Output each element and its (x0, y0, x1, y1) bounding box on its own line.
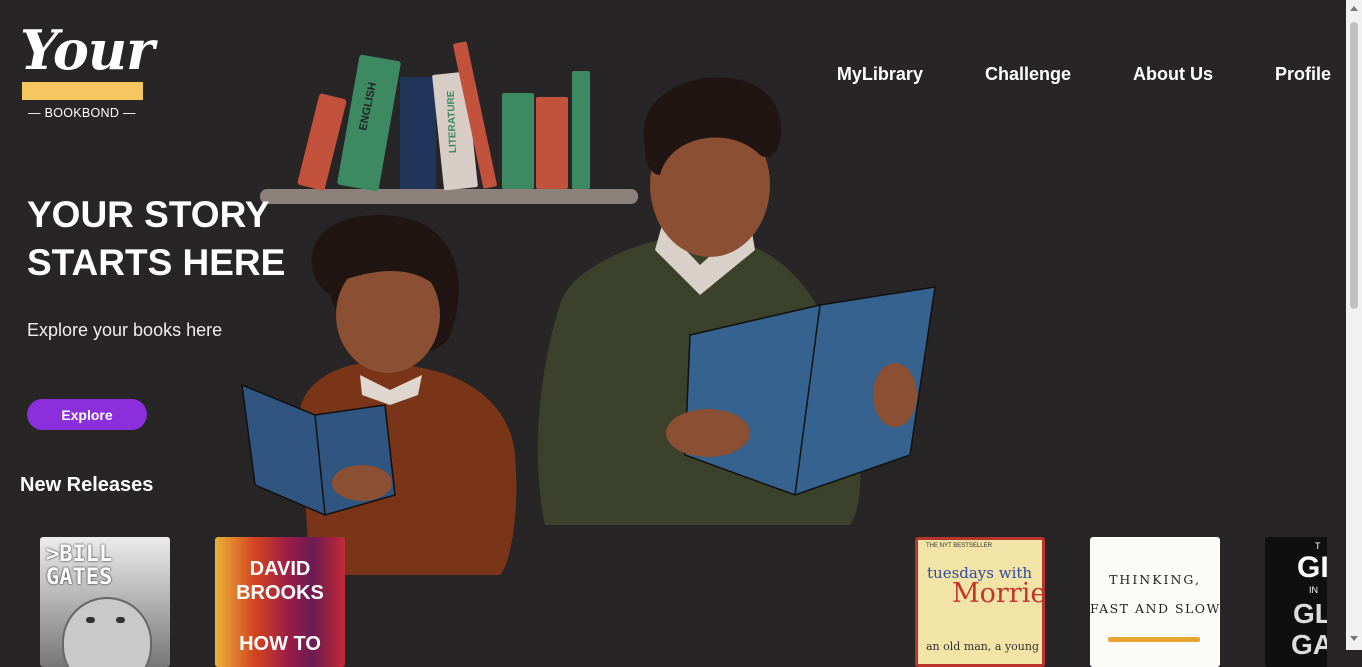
logo[interactable]: Your — BOOKBOND — (18, 18, 155, 125)
book-title-text: >BILL (46, 542, 113, 567)
book-title: THINKING, (1109, 572, 1201, 587)
book-title: Morrie (952, 578, 1045, 609)
book-title-line: >BILL GATES (46, 543, 170, 589)
hero-title: YOUR STORY STARTS HERE (27, 194, 286, 283)
book-cover-david-brooks[interactable]: DAVID BROOKS HOW TO (215, 537, 345, 667)
nav-about-us[interactable]: About Us (1133, 64, 1213, 85)
book-cover-tuesdays-with-morrie[interactable]: THE NYT BESTSELLER tuesdays with Morrie … (915, 537, 1045, 667)
nav-profile[interactable]: Profile (1275, 64, 1331, 85)
book-title-text: DAVID (249, 558, 311, 580)
book-title: GLA (1293, 598, 1327, 629)
logo-script: Your (20, 18, 155, 82)
hero-subtitle: Explore your books here (27, 320, 223, 340)
book-title: HOW TO (239, 633, 321, 655)
book-title: GI (1297, 551, 1327, 584)
book-cover-thinking-fast-and-slow[interactable]: THINKING, FAST AND SLOW (1090, 537, 1220, 667)
book-subtitle: an old man, a young man, (926, 640, 1042, 653)
book-cover-partial[interactable]: T GI IN GLA GA (1265, 537, 1327, 667)
scrollbar-thumb[interactable] (1350, 22, 1358, 309)
reading-illustration: ENGLISH LITERATURE (241, 41, 936, 575)
cover-detail (86, 617, 95, 623)
book-title: IN (1309, 585, 1318, 595)
book-title-text: BROOKS (236, 582, 324, 604)
scroll-up-icon[interactable] (1350, 6, 1358, 11)
book-author: DAVID BROOKS (215, 557, 345, 605)
book-title: FAST AND SLOW (1090, 601, 1220, 616)
book-title-text: GATES (46, 565, 113, 590)
book-badge: THE NYT BESTSELLER (926, 543, 992, 549)
logo-bar (22, 82, 143, 100)
spine-label-literature: LITERATURE (446, 90, 459, 153)
scroll-down-icon[interactable] (1350, 636, 1358, 641)
explore-button[interactable]: Explore (27, 399, 147, 430)
boy-reading (537, 77, 936, 525)
logo-subtitle: — BOOKBOND — (28, 106, 136, 120)
book-title: T (1315, 541, 1321, 551)
pencil-icon (1108, 637, 1200, 642)
cover-detail (116, 617, 125, 623)
shelf-books: ENGLISH LITERATURE (297, 41, 590, 192)
new-releases-title: New Releases (20, 474, 154, 496)
book-title: GA (1291, 629, 1327, 660)
vertical-scrollbar[interactable] (1346, 0, 1362, 650)
cover-photo (62, 597, 152, 667)
book-cover-bill-gates[interactable]: >BILL GATES (40, 537, 170, 667)
nav-challenge[interactable]: Challenge (985, 64, 1071, 85)
